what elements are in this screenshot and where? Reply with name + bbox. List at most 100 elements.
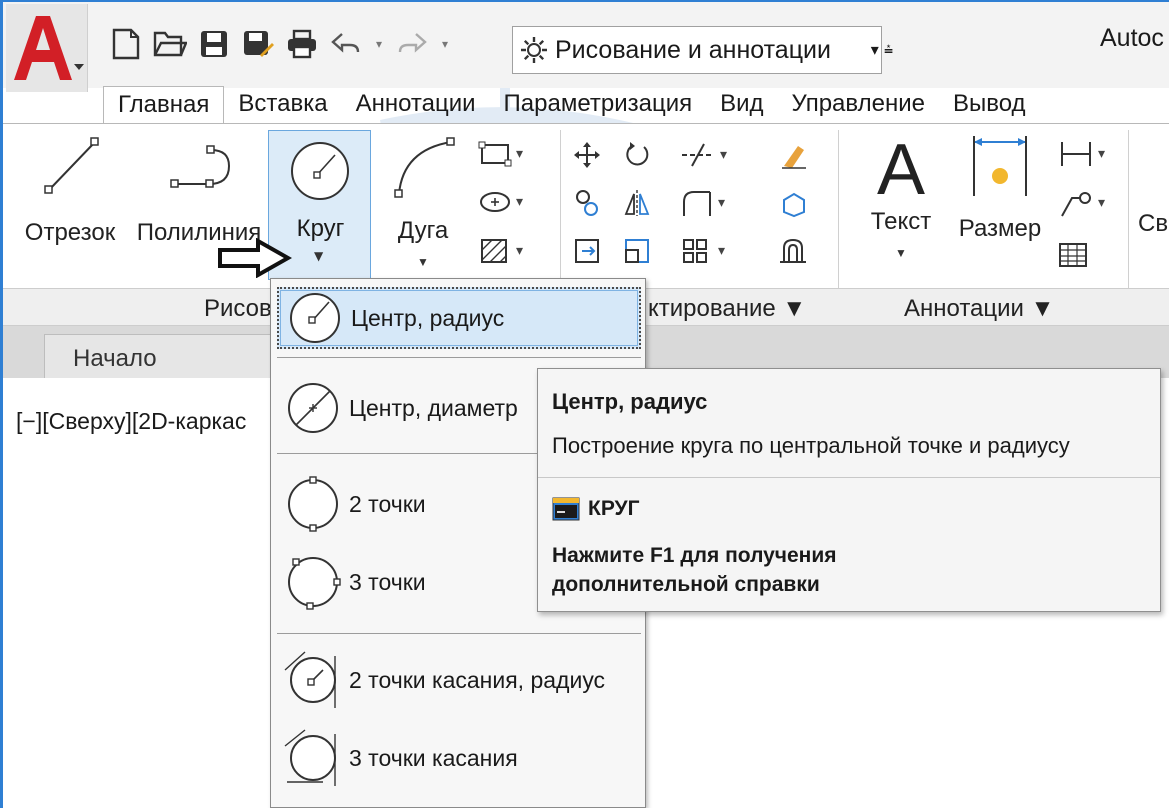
explode-tool[interactable]	[778, 188, 808, 218]
menu-item-tan-tan-radius[interactable]: 2 точки касания, радиус	[277, 649, 641, 711]
tooltip-title: Центр, радиус	[552, 389, 708, 414]
menu-separator	[277, 357, 641, 358]
tab-insert[interactable]: Вставка	[224, 86, 341, 124]
arc-label: Дуга	[397, 217, 449, 244]
menu-item-label: 3 точки	[349, 568, 426, 595]
tooltip-command-name: КРУГ	[588, 497, 640, 520]
array-tool[interactable]: ▾	[680, 236, 725, 266]
leader-dropdown-icon[interactable]: ▾	[1098, 195, 1105, 211]
open-folder-icon[interactable]	[150, 24, 190, 64]
rectangle-dropdown-icon[interactable]: ▾	[516, 146, 523, 162]
tooltip-help-line2: дополнительной справки	[552, 573, 820, 596]
hatch-tool-2[interactable]: ▾	[478, 236, 523, 266]
stretch-tool[interactable]	[572, 236, 602, 266]
save-as-icon[interactable]	[238, 24, 278, 64]
circle-2-points-icon	[288, 476, 338, 532]
menu-separator	[277, 633, 641, 634]
line-label: Отрезок	[24, 219, 116, 246]
ellipse-dropdown-icon[interactable]: ▾	[516, 194, 523, 210]
menu-item-label: Центр, диаметр	[349, 394, 518, 421]
tab-home[interactable]: Главная	[103, 86, 225, 124]
tab-manage[interactable]: Управление	[778, 86, 939, 124]
offset-tool[interactable]	[778, 236, 808, 266]
menu-item-label: 2 точки касания, радиус	[349, 666, 606, 693]
scale-icon	[625, 239, 649, 263]
polyline-icon	[170, 145, 231, 188]
app-menu-button[interactable]	[6, 4, 88, 92]
menu-item-center-radius[interactable]: Центр, радиус	[277, 287, 641, 349]
tab-view[interactable]: Вид	[706, 86, 777, 124]
hatch-tool[interactable]: ▾	[478, 188, 523, 216]
panel-title-draw[interactable]: Рисов	[204, 295, 272, 323]
new-file-icon[interactable]	[106, 24, 146, 64]
array-dropdown-icon[interactable]: ▾	[718, 243, 725, 259]
stretch-icon	[575, 239, 599, 263]
arc-icon	[394, 137, 455, 198]
pointer-arrow-icon	[218, 238, 292, 278]
copy-icon	[576, 190, 598, 216]
linear-dimension-icon	[1061, 142, 1091, 166]
dimension-icon	[973, 136, 1027, 196]
tab-parametric[interactable]: Параметризация	[490, 86, 707, 124]
text-dropdown-icon[interactable]: ▼	[895, 246, 907, 260]
line-tool[interactable]: Отрезок	[24, 132, 116, 247]
polyline-tool[interactable]: Полилиния	[134, 132, 264, 247]
more-label: Св	[1138, 210, 1169, 237]
explode-icon	[783, 192, 805, 218]
tab-annotate[interactable]: Аннотации	[342, 86, 490, 124]
arc-dropdown-icon[interactable]: ▼	[417, 255, 429, 269]
circle-center-diameter-icon	[288, 383, 338, 433]
save-icon[interactable]	[194, 24, 234, 64]
tooltip-separator	[538, 477, 1160, 478]
redo-dropdown-icon[interactable]: ▾	[436, 24, 454, 64]
tab-start[interactable]: Начало	[44, 334, 276, 380]
circle-center-radius-icon	[290, 293, 340, 343]
mirror-icon	[624, 190, 650, 216]
linear-dim-dropdown-icon[interactable]: ▾	[1098, 146, 1105, 162]
workspace-selector[interactable]: Рисование и аннотации	[512, 26, 882, 74]
viewport-controls[interactable]: [−][Сверху][2D-каркас	[16, 408, 246, 435]
tab-output[interactable]: Вывод	[939, 86, 1040, 124]
scale-tool[interactable]	[622, 236, 652, 266]
copy-tool[interactable]	[572, 188, 602, 218]
panel-title-modify[interactable]: ктирование ▼	[648, 295, 806, 323]
leader-tool[interactable]: ▾	[1058, 188, 1105, 218]
offset-icon	[780, 238, 806, 263]
dimension-label: Размер	[958, 215, 1042, 242]
dimension-tool[interactable]: Размер	[950, 132, 1050, 243]
trim-icon	[682, 143, 714, 167]
table-tool[interactable]	[1058, 242, 1088, 268]
menu-item-label: 3 точки касания	[349, 744, 518, 771]
mirror-tool[interactable]	[622, 188, 652, 218]
circle-dropdown-icon[interactable]: ▼	[314, 249, 323, 263]
panel-title-annotation[interactable]: Аннотации ▼	[904, 295, 1054, 323]
app-title: Autoc	[1100, 24, 1164, 52]
linear-dim-tool[interactable]: ▾	[1058, 140, 1105, 168]
print-icon[interactable]	[282, 24, 322, 64]
tooltip-help-line1: Нажмите F1 для получения	[552, 544, 837, 567]
menu-item-label: Центр, радиус	[351, 304, 505, 331]
menu-item-tan-tan-tan[interactable]: 3 точки касания	[277, 727, 641, 789]
leader-icon	[1061, 192, 1091, 217]
text-tool[interactable]: A Текст ▼	[856, 132, 946, 264]
move-tool[interactable]	[572, 140, 602, 170]
hatch-dropdown-icon[interactable]: ▾	[516, 243, 523, 259]
rotate-icon	[626, 142, 649, 166]
undo-icon[interactable]	[326, 24, 366, 64]
fillet-tool[interactable]: ▾	[680, 188, 725, 218]
fillet-dropdown-icon[interactable]: ▾	[718, 195, 725, 211]
trim-tool[interactable]: ▾	[680, 140, 727, 170]
undo-dropdown-icon[interactable]: ▾	[370, 24, 388, 64]
quick-access-toolbar: ▾ ▾	[106, 16, 454, 72]
arc-tool[interactable]: Дуга ▼	[378, 132, 468, 273]
more-tool[interactable]: Св	[1138, 210, 1169, 238]
redo-icon[interactable]	[392, 24, 432, 64]
erase-tool[interactable]	[778, 140, 808, 170]
qat-customize-icon[interactable]: ▾ ⩮	[860, 28, 904, 72]
rotate-tool[interactable]	[622, 140, 652, 170]
rectangle-tool[interactable]: ▾	[478, 140, 523, 168]
trim-dropdown-icon[interactable]: ▾	[720, 147, 727, 163]
tooltip: Центр, радиус Построение круга по центра…	[537, 368, 1161, 612]
eraser-icon	[782, 146, 806, 169]
tooltip-command: КРУГ	[552, 497, 640, 521]
